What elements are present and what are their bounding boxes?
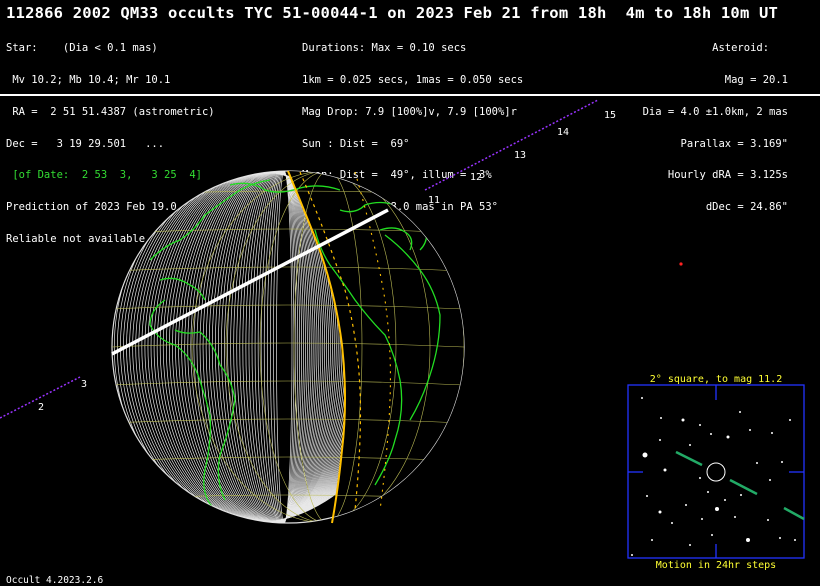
inset-footer: Motion in 24hr steps <box>655 560 777 571</box>
field-star <box>715 507 719 511</box>
track-tick-3: 3 <box>81 379 87 390</box>
field-star <box>734 516 736 518</box>
occultation-diagram: 2 3 11 12 13 14 15 <box>0 99 805 559</box>
field-star <box>726 435 730 439</box>
field-star <box>699 424 701 426</box>
field-star <box>689 544 691 546</box>
track-tick-14: 14 <box>557 127 569 138</box>
track-segment-east <box>424 99 599 191</box>
field-star <box>685 504 687 506</box>
inset-title: 2° square, to mag 11.2 <box>649 374 783 385</box>
field-star <box>739 411 741 413</box>
inset-frame <box>627 384 805 559</box>
software-version: Occult 4.2023.2.6 <box>6 575 104 586</box>
field-star <box>642 452 648 458</box>
field-star <box>660 417 662 419</box>
field-star <box>646 495 648 497</box>
field-star <box>746 538 750 542</box>
field-star <box>671 522 673 524</box>
track-tick-11: 11 <box>428 195 440 206</box>
field-star <box>769 479 771 481</box>
field-star <box>740 494 742 496</box>
field-star <box>771 432 773 434</box>
field-star <box>707 491 709 493</box>
track-tick-2: 2 <box>38 402 44 413</box>
field-star <box>710 433 712 435</box>
field-star <box>789 419 791 421</box>
field-star <box>689 444 691 446</box>
field-star <box>724 499 726 501</box>
field-star <box>756 462 758 464</box>
field-star <box>794 539 796 541</box>
field-star <box>681 418 685 422</box>
field-star <box>749 429 751 431</box>
field-star <box>641 397 643 399</box>
field-star <box>699 477 701 479</box>
field-star <box>658 510 662 514</box>
track-tick-15: 15 <box>604 110 616 121</box>
field-star <box>711 534 713 536</box>
earth-globe <box>111 170 465 524</box>
field-star <box>659 439 661 441</box>
field-star <box>663 468 667 472</box>
field-star <box>781 461 783 463</box>
field-star <box>779 537 781 539</box>
field-star <box>701 518 703 520</box>
field-star <box>631 554 633 556</box>
field-star <box>651 539 653 541</box>
star-chart-inset <box>627 384 805 559</box>
red-marker <box>679 262 683 266</box>
field-star <box>767 519 769 521</box>
track-tick-12: 12 <box>470 172 482 183</box>
track-tick-13: 13 <box>514 150 526 161</box>
